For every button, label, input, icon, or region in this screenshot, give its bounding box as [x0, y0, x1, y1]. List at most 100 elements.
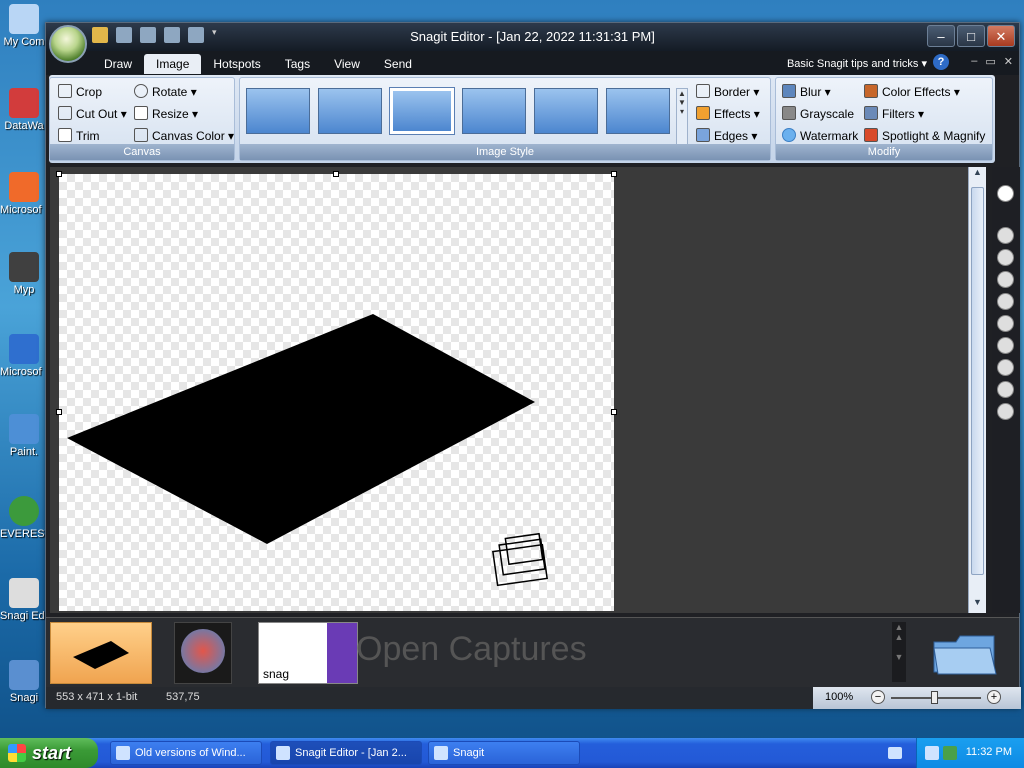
- zoom-level: 100%: [825, 691, 854, 703]
- black-parallelogram-shape[interactable]: [67, 314, 535, 544]
- style-gallery-scroll[interactable]: ▲ ▼ ▾: [676, 88, 688, 146]
- effects-button[interactable]: Effects ▾: [696, 106, 760, 121]
- doc-close-button[interactable]: ✕: [1004, 55, 1013, 68]
- border-button[interactable]: Border ▾: [696, 84, 759, 99]
- scrollbar-thumb[interactable]: [971, 187, 984, 575]
- trim-icon: [58, 128, 72, 142]
- resize-handle-left[interactable]: [56, 409, 62, 415]
- color-effects-button[interactable]: Color Effects ▾: [864, 84, 960, 99]
- checkmark-icon[interactable]: [997, 381, 1014, 398]
- start-button[interactable]: start: [0, 738, 98, 768]
- target-icon[interactable]: [997, 359, 1014, 376]
- water-drop-icon: [782, 128, 796, 142]
- stamp-icon[interactable]: [492, 532, 548, 587]
- zoom-in-button[interactable]: +: [987, 690, 1001, 704]
- flag-icon[interactable]: [997, 271, 1014, 288]
- title-bar[interactable]: ▾ Snagit Editor - [Jan 22, 2022 11:31:31…: [46, 23, 1019, 51]
- task-snagit[interactable]: Snagit: [428, 741, 580, 765]
- filters-button[interactable]: Filters ▾: [864, 106, 924, 121]
- desktop-icon-microsoft-basic[interactable]: Microsof Basic: [0, 334, 48, 378]
- maximize-button[interactable]: □: [957, 25, 985, 47]
- snagit-icon: [9, 660, 39, 690]
- canvas-drawing: [67, 314, 548, 587]
- resize-handle-top-right[interactable]: [611, 171, 617, 177]
- blur-button[interactable]: Blur ▾: [782, 84, 831, 99]
- tab-draw[interactable]: Draw: [92, 54, 144, 74]
- style-thumb-1[interactable]: [246, 88, 310, 134]
- snagit-tray-icon[interactable]: [943, 746, 957, 760]
- cursor-coordinates: 537,75: [166, 691, 200, 703]
- scroll-down-arrow-icon[interactable]: ▼: [969, 597, 986, 613]
- application-menu-orb[interactable]: [49, 25, 87, 63]
- open-captures-label: Open Captures: [356, 630, 587, 668]
- vertical-scrollbar[interactable]: ▲ ▼: [968, 167, 986, 613]
- desktop-icon-snagit-editor[interactable]: Snagi Edit: [0, 578, 48, 622]
- rotate-button[interactable]: Rotate ▾: [134, 84, 197, 99]
- desktop-icon-my-computer[interactable]: My Com: [0, 4, 48, 48]
- scroll-up-arrow-icon[interactable]: ▲: [969, 167, 986, 183]
- close-button[interactable]: ✕: [987, 25, 1015, 47]
- resize-handle-top[interactable]: [333, 171, 339, 177]
- trim-button[interactable]: Trim: [58, 128, 100, 143]
- zoom-out-button[interactable]: −: [871, 690, 885, 704]
- doc-minimize-button[interactable]: –: [971, 55, 977, 68]
- capture-thumb-2[interactable]: [174, 622, 232, 684]
- capture-thumb-1[interactable]: [50, 622, 152, 684]
- task-old-versions[interactable]: Old versions of Wind...: [110, 741, 262, 765]
- desktop-icon-paint[interactable]: Paint.: [0, 414, 48, 458]
- style-thumb-3[interactable]: [389, 87, 455, 135]
- image-dimensions: 553 x 471 x 1-bit: [56, 691, 138, 703]
- desktop-icon-microsoft-cpp[interactable]: Microsof C++: [0, 172, 48, 216]
- help-button[interactable]: ?: [933, 54, 949, 70]
- smiley-icon[interactable]: [997, 293, 1014, 310]
- resize-handle-right[interactable]: [611, 409, 617, 415]
- edges-button[interactable]: Edges ▾: [696, 128, 757, 143]
- network-icon[interactable]: [925, 746, 939, 760]
- grayscale-button[interactable]: Grayscale: [782, 106, 854, 121]
- window-controls: – □ ✕: [927, 25, 1015, 47]
- tab-view[interactable]: View: [322, 54, 372, 74]
- paint-icon: [9, 414, 39, 444]
- image-style-group: ▲ ▼ ▾ Border ▾ Effects ▾ Edges ▾ Image Sty…: [239, 77, 771, 161]
- star-icon[interactable]: [997, 403, 1014, 420]
- heart-icon[interactable]: [997, 315, 1014, 332]
- watermark-button[interactable]: Watermark: [782, 128, 858, 143]
- task-snagit-editor[interactable]: Snagit Editor - [Jan 2...: [270, 741, 422, 765]
- capture-thumb-3[interactable]: snag: [258, 622, 358, 684]
- desktop-icon-datawa[interactable]: DataWa: [0, 88, 48, 132]
- resize-handle-top-left[interactable]: [56, 171, 62, 177]
- search-icon[interactable]: [997, 185, 1014, 202]
- doc-restore-button[interactable]: ▭: [985, 55, 995, 68]
- style-thumb-2[interactable]: [318, 88, 382, 134]
- resize-button[interactable]: Resize ▾: [134, 106, 198, 121]
- browser-icon: [116, 746, 130, 760]
- open-folder-icon[interactable]: [928, 624, 1000, 680]
- cut-out-button[interactable]: Cut Out ▾: [58, 106, 127, 121]
- crop-button[interactable]: Crop: [58, 84, 102, 99]
- tray-scrollbar[interactable]: ▲ ▲ ▼: [892, 622, 906, 682]
- image-canvas[interactable]: [56, 171, 617, 611]
- desktop-icon-everest[interactable]: EVEREST Editi: [0, 496, 48, 540]
- tab-image[interactable]: Image: [144, 54, 202, 74]
- tab-tags[interactable]: Tags: [273, 54, 322, 74]
- style-thumb-4[interactable]: [462, 88, 526, 134]
- style-thumb-6[interactable]: [606, 88, 670, 134]
- desktop-icon-snagit[interactable]: Snagi: [0, 660, 48, 704]
- visual-basic-icon: [9, 334, 39, 364]
- dollar-icon[interactable]: [997, 337, 1014, 354]
- rotate-icon: [134, 84, 148, 98]
- desktop-icon-myp[interactable]: Myp: [0, 252, 48, 296]
- minimize-button[interactable]: –: [927, 25, 955, 47]
- zoom-slider-handle[interactable]: [931, 691, 938, 704]
- important-icon[interactable]: [997, 227, 1014, 244]
- keyboard-icon[interactable]: [888, 747, 902, 759]
- effects-icon: [696, 106, 710, 120]
- tab-hotspots[interactable]: Hotspots: [201, 54, 272, 74]
- tab-send[interactable]: Send: [372, 54, 424, 74]
- spotlight-magnify-button[interactable]: Spotlight & Magnify: [864, 128, 985, 143]
- canvas-color-button[interactable]: Canvas Color ▾: [134, 128, 234, 143]
- style-thumb-5[interactable]: [534, 88, 598, 134]
- info-icon: [9, 496, 39, 526]
- star-cluster-icon[interactable]: [997, 249, 1014, 266]
- tips-dropdown[interactable]: Basic Snagit tips and tricks ▾: [787, 57, 927, 70]
